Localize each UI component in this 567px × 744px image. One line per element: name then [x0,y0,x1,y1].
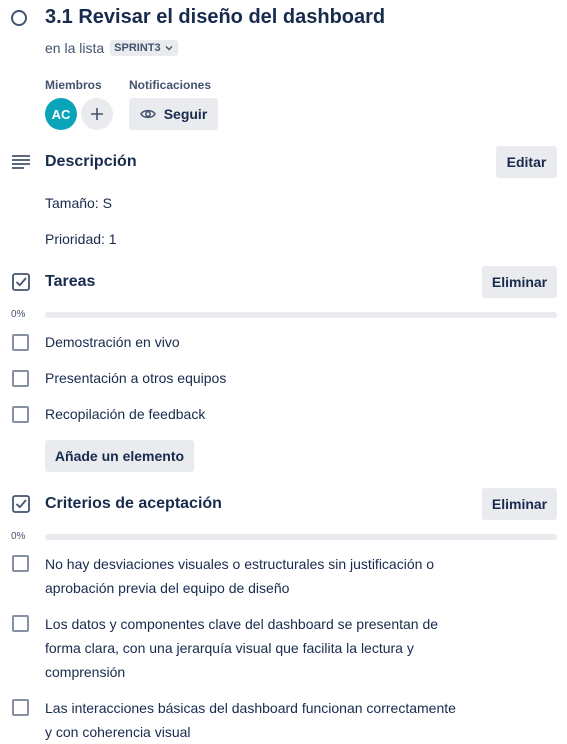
checklist-progress-label: 0% [11,531,26,542]
eye-icon [139,109,156,119]
edit-description-button[interactable]: Editar [496,146,557,178]
checklist-item[interactable]: Presentación a otros equipos [45,366,465,390]
avatar-initials: AC [51,106,71,122]
list-info: en la lista SPRINT3 [45,40,178,56]
card-title[interactable]: 3.1 Revisar el diseño del dashboard [45,6,385,29]
delete-checklist-tareas-button[interactable]: Eliminar [482,266,557,298]
checklist-title-criterios[interactable]: Criterios de aceptación [45,495,222,513]
description-title: Descripción [45,153,137,170]
edit-label: Editar [506,154,547,170]
description-icon [11,152,31,172]
description-line-size: Tamaño: S [45,195,112,211]
checklist-item[interactable]: Las interacciones básicas del dashboard … [45,696,465,744]
avatar[interactable]: AC [45,98,77,130]
add-member-button[interactable] [81,98,113,130]
checklist-item-checkbox[interactable] [12,555,29,572]
add-item-button[interactable]: Añade un elemento [45,440,194,472]
chevron-down-icon [165,46,173,51]
follow-label: Seguir [163,106,208,122]
checklist-item-checkbox[interactable] [12,615,29,632]
checklist-item-checkbox[interactable] [12,334,29,351]
add-item-label: Añade un elemento [54,448,185,464]
follow-button[interactable]: Seguir [129,98,218,130]
checklist-item-checkbox[interactable] [12,699,29,716]
checklist-icon [11,272,31,292]
delete-label: Eliminar [491,496,548,512]
checklist-item-checkbox[interactable] [12,406,29,423]
checklist-progress-label: 0% [11,309,26,320]
checklist-item[interactable]: No hay desviaciones visuales o estructur… [45,552,465,600]
checklist-progress-bar [45,312,557,318]
checklist-progress-bar [45,534,557,540]
checklist-item[interactable]: Demostración en vivo [45,330,465,354]
list-badge[interactable]: SPRINT3 [110,40,178,56]
description-line-priority: Prioridad: 1 [45,231,117,247]
list-name: SPRINT3 [114,42,161,54]
plus-icon [91,108,103,120]
delete-checklist-criterios-button[interactable]: Eliminar [482,488,557,520]
checklist-item-checkbox[interactable] [12,370,29,387]
delete-label: Eliminar [491,274,548,290]
checklist-icon [11,494,31,514]
notifications-label: Notificaciones [129,78,212,92]
checklist-item[interactable]: Recopilación de feedback [45,402,465,426]
checklist-item[interactable]: Los datos y componentes clave del dashbo… [45,612,465,684]
checklist-title-tareas[interactable]: Tareas [45,273,95,291]
members-label: Miembros [45,78,102,92]
list-prefix: en la lista [45,40,105,56]
card-complete-circle-icon[interactable] [11,10,27,26]
